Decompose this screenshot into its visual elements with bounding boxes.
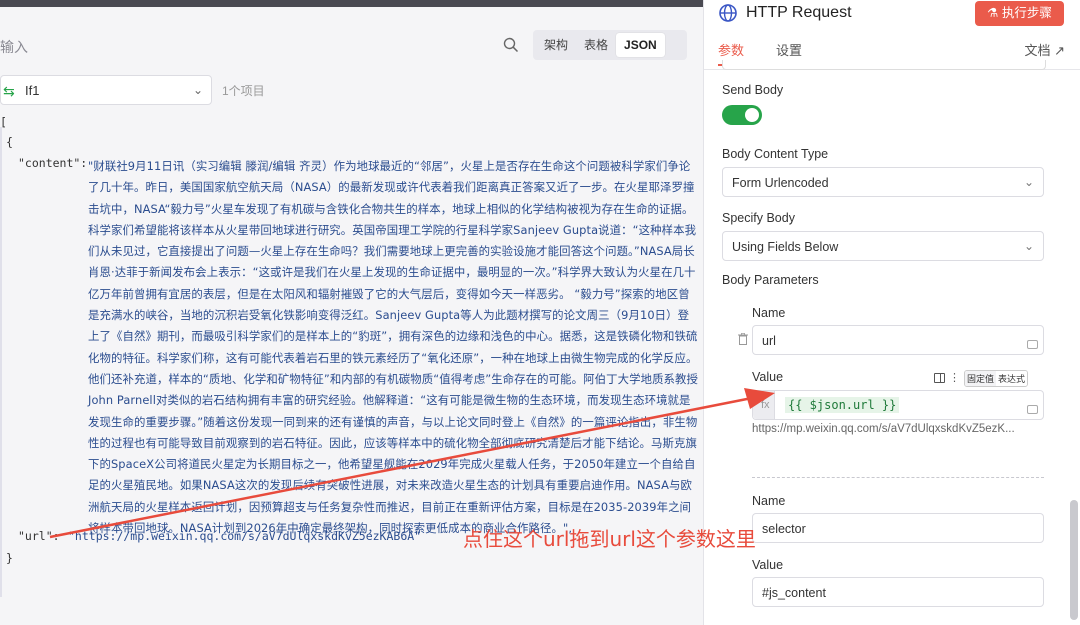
node-title: HTTP Request (746, 4, 852, 21)
param2-value-value: #js_content (762, 586, 826, 600)
send-body-label: Send Body (722, 83, 784, 97)
fx-icon: fx (761, 399, 770, 411)
if-node-icon: ⇆ (3, 83, 15, 99)
node-select[interactable]: ⇆ If1 ⌄ (0, 75, 212, 105)
docs-link[interactable]: 文档 ↗ (1024, 40, 1065, 59)
external-link-icon: ↗ (1054, 43, 1065, 58)
json-value-url[interactable]: "https://mp.weixin.qq.com/s/aV7dUlqxskdK… (68, 529, 421, 543)
param-divider (752, 477, 1044, 478)
param1-value-expression: {{ $json.url }} (785, 397, 900, 413)
body-content-type-select[interactable]: Form Urlencoded ⌄ (722, 167, 1044, 197)
chevron-down-icon: ⌄ (1023, 239, 1034, 253)
specify-body-value: Using Fields Below (732, 240, 839, 254)
json-brace-open: { (6, 135, 13, 149)
view-tab-json[interactable]: JSON (616, 33, 665, 57)
param2-name-label: Name (752, 494, 786, 508)
view-tab-table[interactable]: 表格 (576, 33, 616, 57)
layout-icon[interactable] (934, 373, 945, 383)
http-request-panel: HTTP Request ⚗ 执行步骤 参数 设置 文档 ↗ Send Body… (703, 0, 1080, 625)
view-tab-schema[interactable]: 架构 (536, 33, 576, 57)
mode-expression[interactable]: 表达式 (996, 370, 1028, 386)
param2-value-label: Value (752, 558, 784, 572)
expand-icon[interactable] (1027, 405, 1038, 414)
body-parameters-label: Body Parameters (722, 273, 819, 287)
docs-label: 文档 (1024, 43, 1051, 58)
param2-value-input[interactable]: #js_content (752, 577, 1044, 607)
param1-name-value: url (762, 334, 776, 348)
json-brace-close: } (6, 551, 13, 565)
scrollbar[interactable] (1070, 500, 1078, 620)
value-mode-switch[interactable]: 固定值 表达式 (964, 369, 1029, 387)
top-strip (0, 0, 703, 7)
param2-name-input[interactable]: selector (752, 513, 1044, 543)
param1-name-label: Name (752, 306, 786, 320)
expand-icon[interactable] (1027, 340, 1038, 349)
body-content-type-label: Body Content Type (722, 147, 829, 161)
globe-icon (719, 4, 737, 22)
json-key-content[interactable]: "content": (18, 156, 87, 170)
search-icon[interactable] (503, 37, 519, 53)
json-bracket-open: [ (0, 115, 7, 129)
param2-name-value: selector (762, 522, 806, 536)
toggle-knob (745, 108, 759, 122)
item-count: 1个项目 (222, 84, 265, 98)
body-content-type-value: Form Urlencoded (732, 176, 829, 190)
param1-value-input[interactable]: fx {{ $json.url }} (752, 390, 1044, 420)
json-key-url[interactable]: "url": (18, 529, 60, 543)
execute-step-button[interactable]: ⚗ 执行步骤 (975, 1, 1064, 26)
annotation-text: 点住这个url拖到url这个参数这里 (463, 527, 756, 551)
node-select-value: If1 (25, 83, 40, 98)
chevron-down-icon: ⌄ (1023, 175, 1034, 189)
tab-parameters[interactable]: 参数 (718, 40, 744, 59)
expression-marker: fx (753, 391, 775, 419)
param1-value-label: Value (752, 370, 784, 384)
flask-icon: ⚗ (987, 6, 1002, 20)
value-toolbar: ⋮ 固定值 表达式 (934, 369, 1029, 387)
execute-step-label: 执行步骤 (1001, 6, 1052, 20)
more-icon[interactable]: ⋮ (949, 373, 960, 384)
tab-settings[interactable]: 设置 (776, 40, 802, 59)
mode-fixed[interactable]: 固定值 (965, 370, 997, 386)
param1-name-input[interactable]: url (752, 325, 1044, 355)
json-value-content: "财联社9月11日讯（实习编辑 滕润/编辑 齐灵）作为地球最近的“邻居”，火星上… (88, 159, 699, 536)
send-body-toggle[interactable] (722, 105, 762, 125)
param1-value-result: https://mp.weixin.qq.com/s/aV7dUlqxskdKv… (752, 423, 1015, 435)
specify-body-select[interactable]: Using Fields Below ⌄ (722, 231, 1044, 261)
json-gutter (0, 127, 2, 597)
trash-icon[interactable] (738, 333, 748, 345)
collapsed-field-edge (722, 60, 1046, 70)
view-switcher: 架构 表格 JSON (533, 30, 687, 60)
chevron-down-icon: ⌄ (192, 83, 203, 97)
specify-body-label: Specify Body (722, 211, 795, 225)
panel-title: 输入 (0, 39, 28, 55)
